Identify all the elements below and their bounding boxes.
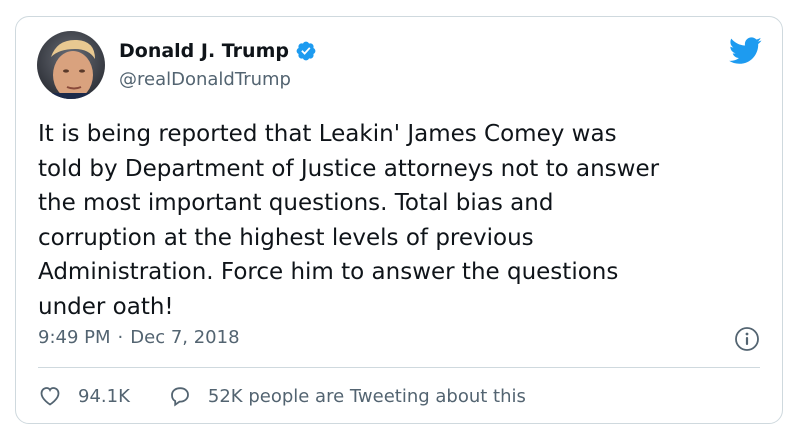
tweet-card[interactable]: Donald J. Trump @realDonaldTrump It is b… xyxy=(15,16,783,424)
like-count: 94.1K xyxy=(78,385,130,407)
tweet-timestamp: 9:49 PM · Dec 7, 2018 xyxy=(38,327,240,348)
tweet-actions: 94.1K 52K people are Tweeting about this xyxy=(38,384,526,408)
avatar[interactable] xyxy=(37,31,105,99)
divider xyxy=(38,367,760,368)
tweet-time[interactable]: 9:49 PM xyxy=(38,327,111,348)
author-name[interactable]: Donald J. Trump xyxy=(119,40,289,62)
twitter-bird-icon[interactable] xyxy=(729,37,762,65)
heart-icon xyxy=(40,387,60,406)
verified-badge-icon xyxy=(295,40,317,62)
author-handle[interactable]: @realDonaldTrump xyxy=(119,69,291,90)
conversation-link[interactable]: 52K people are Tweeting about this xyxy=(168,384,526,408)
meta-separator: · xyxy=(117,327,124,348)
info-icon[interactable] xyxy=(734,326,760,352)
speech-bubble-icon xyxy=(170,387,189,407)
conversation-text: 52K people are Tweeting about this xyxy=(207,385,526,407)
tweet-date[interactable]: Dec 7, 2018 xyxy=(130,327,239,348)
like-button[interactable]: 94.1K xyxy=(38,384,130,408)
tweet-text: It is being reported that Leakin' James … xyxy=(38,121,660,320)
